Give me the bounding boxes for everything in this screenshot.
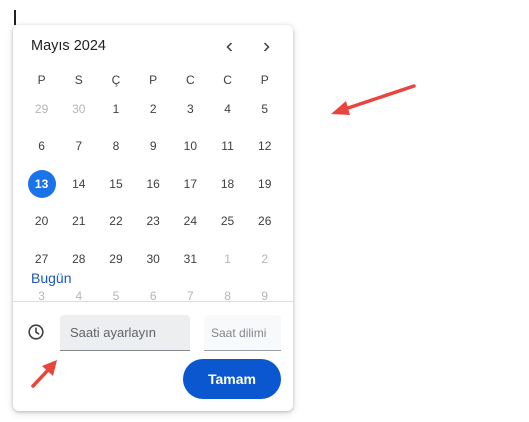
day-cell[interactable]: 2 (135, 95, 172, 123)
day-cell[interactable]: 9 (246, 282, 283, 310)
day-number: 17 (183, 176, 198, 191)
day-number: 4 (224, 102, 231, 116)
day-cell[interactable]: 5 (246, 95, 283, 123)
day-cell[interactable]: 27 (23, 245, 60, 273)
day-cell[interactable]: 7 (172, 282, 209, 310)
day-number: 28 (72, 251, 86, 266)
day-number: 12 (258, 139, 272, 154)
day-cell[interactable]: 9 (135, 132, 172, 160)
day-number: 25 (220, 214, 235, 229)
day-number: 16 (146, 176, 160, 191)
weekday-label: P (149, 73, 158, 87)
day-cell[interactable]: 11 (209, 132, 246, 160)
day-cell[interactable]: 17 (172, 170, 209, 198)
day-number: 24 (183, 214, 198, 229)
day-cell[interactable]: 5 (97, 282, 134, 310)
day-number: 2 (149, 102, 157, 116)
day-number: 30 (72, 102, 86, 116)
day-number: 8 (112, 139, 120, 154)
day-number: 1 (224, 251, 231, 266)
day-cell[interactable]: 6 (23, 132, 60, 160)
month-title: Mayıs 2024 (31, 38, 106, 54)
day-cell[interactable]: 8 (209, 282, 246, 310)
day-cell[interactable]: 18 (209, 170, 246, 198)
day-number: 19 (258, 176, 272, 191)
day-number: 23 (146, 214, 160, 229)
day-number: 27 (34, 251, 49, 266)
day-cell[interactable]: 25 (209, 207, 246, 235)
day-cell[interactable]: 1 (97, 95, 134, 123)
day-cell[interactable]: 29 (23, 95, 60, 123)
day-number: 18 (220, 176, 235, 191)
day-cell[interactable]: 15 (97, 170, 134, 198)
today-button[interactable]: Bugün (31, 270, 71, 286)
day-cell[interactable]: 10 (172, 132, 209, 160)
day-number: 21 (72, 214, 86, 229)
day-cell[interactable]: 20 (23, 207, 60, 235)
day-number: 29 (34, 102, 49, 116)
day-cell[interactable]: 12 (246, 132, 283, 160)
day-number: 22 (109, 214, 123, 229)
divider (13, 301, 293, 302)
text-cursor (14, 10, 16, 25)
day-number: 11 (221, 139, 234, 154)
weekday-label: C (186, 73, 195, 87)
weekday-label: C (223, 73, 232, 87)
day-cell[interactable]: 8 (97, 132, 134, 160)
weekday-header: P S Ç P C C P (23, 70, 283, 90)
weekday-label: Ç (111, 73, 121, 87)
day-cell[interactable]: 1 (209, 245, 246, 273)
day-number: 29 (109, 251, 123, 266)
day-number: 13 (27, 169, 56, 198)
chevron-right-icon (263, 42, 270, 52)
day-number: 26 (258, 214, 272, 229)
day-cell[interactable]: 6 (135, 282, 172, 310)
date-time-picker: Mayıs 2024 P S Ç P C C P 29 30 1 2 3 4 5 6 7 8 9 10… (13, 25, 293, 411)
day-cell[interactable]: 16 (135, 170, 172, 198)
weekday-label: P (260, 73, 269, 87)
ok-button[interactable]: Tamam (183, 359, 281, 399)
day-cell[interactable]: 21 (60, 207, 97, 235)
day-number: 9 (149, 139, 157, 154)
next-month-button[interactable] (254, 35, 278, 59)
day-number: 5 (261, 102, 269, 116)
annotation-arrow-right (331, 84, 416, 115)
day-cell[interactable]: 7 (60, 132, 97, 160)
day-cell[interactable]: 31 (172, 245, 209, 273)
clock-icon (28, 324, 44, 340)
day-cell[interactable]: 2 (246, 245, 283, 273)
day-cell[interactable]: 23 (135, 207, 172, 235)
day-cell[interactable]: 14 (60, 170, 97, 198)
weekday-label: P (37, 73, 46, 87)
chevron-left-icon (226, 42, 233, 52)
previous-month-button[interactable] (218, 35, 242, 59)
day-cell[interactable]: 19 (246, 170, 283, 198)
day-cell-selected[interactable]: 13 (23, 169, 60, 198)
day-cell[interactable]: 3 (172, 95, 209, 123)
day-number: 2 (261, 251, 269, 266)
day-cell[interactable]: 3 (23, 282, 60, 310)
timezone-input[interactable] (204, 315, 281, 351)
day-number: 14 (72, 176, 86, 191)
day-cell[interactable]: 26 (246, 207, 283, 235)
weekday-label: S (74, 73, 83, 87)
day-cell[interactable]: 4 (60, 282, 97, 310)
day-number: 20 (34, 214, 49, 229)
time-input[interactable] (60, 315, 190, 351)
day-number: 10 (183, 139, 198, 154)
day-cell[interactable]: 29 (97, 245, 134, 273)
day-number: 1 (112, 102, 120, 116)
day-cell[interactable]: 22 (97, 207, 134, 235)
day-number: 3 (187, 102, 194, 116)
day-number: 6 (38, 139, 45, 154)
day-number: 30 (146, 251, 160, 266)
day-number: 7 (75, 139, 83, 154)
day-number: 15 (109, 176, 123, 191)
day-cell[interactable]: 24 (172, 207, 209, 235)
day-cell[interactable]: 30 (60, 95, 97, 123)
day-cell[interactable]: 4 (209, 95, 246, 123)
day-cell[interactable]: 28 (60, 245, 97, 273)
day-number: 31 (183, 251, 198, 266)
day-cell[interactable]: 30 (135, 245, 172, 273)
